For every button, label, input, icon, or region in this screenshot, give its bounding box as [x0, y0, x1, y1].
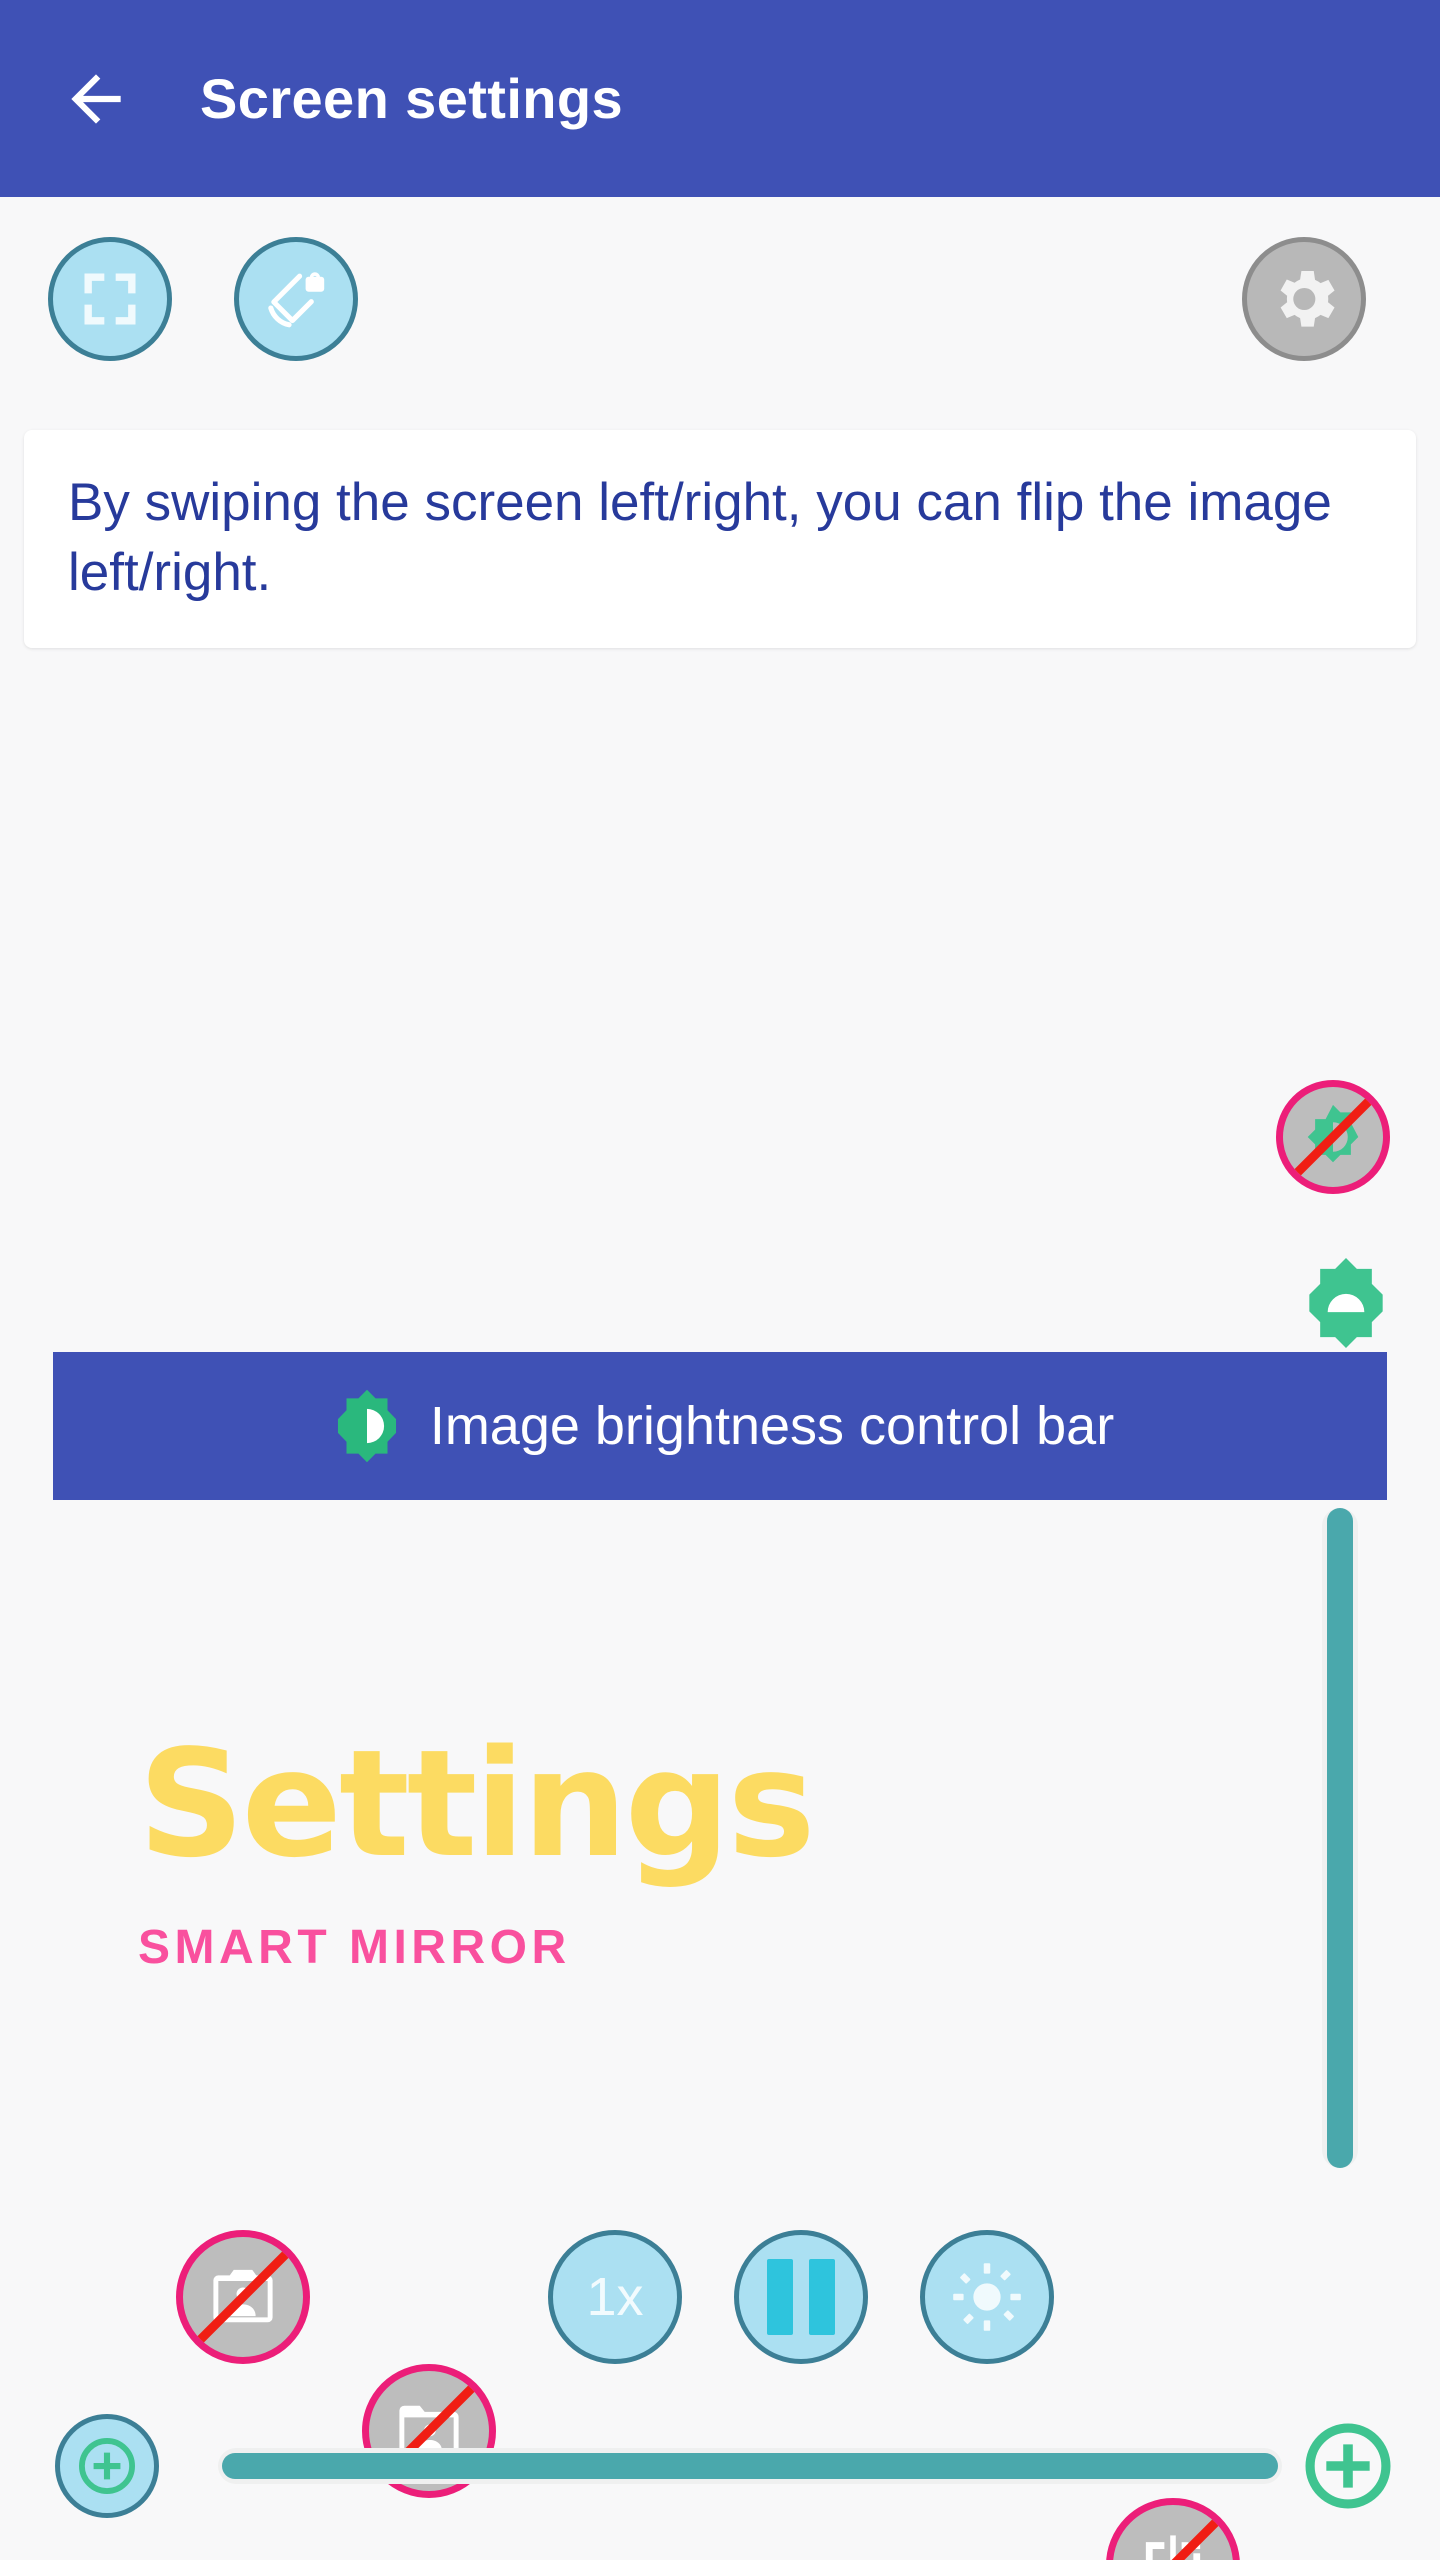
zoom-slider-fill: [222, 2453, 1278, 2479]
fullscreen-toggle-button[interactable]: [48, 237, 172, 361]
brightness-off-badge[interactable]: [1276, 1080, 1390, 1194]
brightness-star-icon: [1309, 1258, 1383, 1348]
decrease-add-button-left[interactable]: [55, 2414, 159, 2518]
brand-subtitle: SMART MIRROR: [138, 1921, 571, 1974]
plus-circle-icon: [78, 2437, 136, 2495]
info-card-text: By swiping the screen left/right, you ca…: [68, 473, 1332, 602]
screen-rotation-lock-icon: [268, 272, 325, 328]
brightness-slider-fill: [1327, 1508, 1353, 2168]
camera-portrait-icon: [213, 2269, 273, 2323]
top-tool-row: [0, 237, 1440, 397]
brightness-banner-label: Image brightness control bar: [429, 1396, 1115, 1456]
screen-settings-page: Screen settings By swiping the screen le…: [0, 0, 1440, 2560]
bottom-tool-row: 1x: [0, 2230, 1440, 2560]
sun-icon: [953, 2263, 1021, 2331]
rotation-lock-button[interactable]: [234, 237, 358, 361]
increase-add-button-right[interactable]: [1296, 2414, 1400, 2518]
bottom-slider-row: [0, 2414, 1440, 2534]
back-button[interactable]: [48, 51, 144, 147]
plus-circle-icon: [1305, 2423, 1391, 2509]
brand-title: Settings: [138, 1718, 816, 1890]
zoom-horizontal-slider[interactable]: [218, 2448, 1282, 2484]
brightness-off-icon: [1307, 1104, 1359, 1163]
arrow-left-icon: [71, 73, 121, 124]
brightness-half-icon: [337, 1389, 396, 1463]
info-card: By swiping the screen left/right, you ca…: [24, 430, 1416, 648]
fullscreen-icon: [84, 273, 136, 325]
settings-button[interactable]: [1242, 237, 1366, 361]
gear-icon: [1280, 271, 1335, 327]
brightness-vertical-slider[interactable]: [1322, 1508, 1358, 2168]
brightness-control-banner: Image brightness control bar: [53, 1352, 1387, 1500]
page-title: Screen settings: [200, 67, 624, 130]
brightness-button[interactable]: [920, 2230, 1054, 2364]
brand-block: Settings SMART MIRROR: [138, 1730, 898, 1975]
zoom-level-button[interactable]: 1x: [548, 2230, 682, 2364]
pause-icon: [767, 2259, 835, 2335]
app-bar: Screen settings: [0, 0, 1440, 197]
brightness-slider-handle[interactable]: [1296, 1253, 1396, 1353]
capture-photo-button[interactable]: [176, 2230, 310, 2364]
zoom-level-label: 1x: [586, 2267, 644, 2327]
pause-button[interactable]: [734, 2230, 868, 2364]
